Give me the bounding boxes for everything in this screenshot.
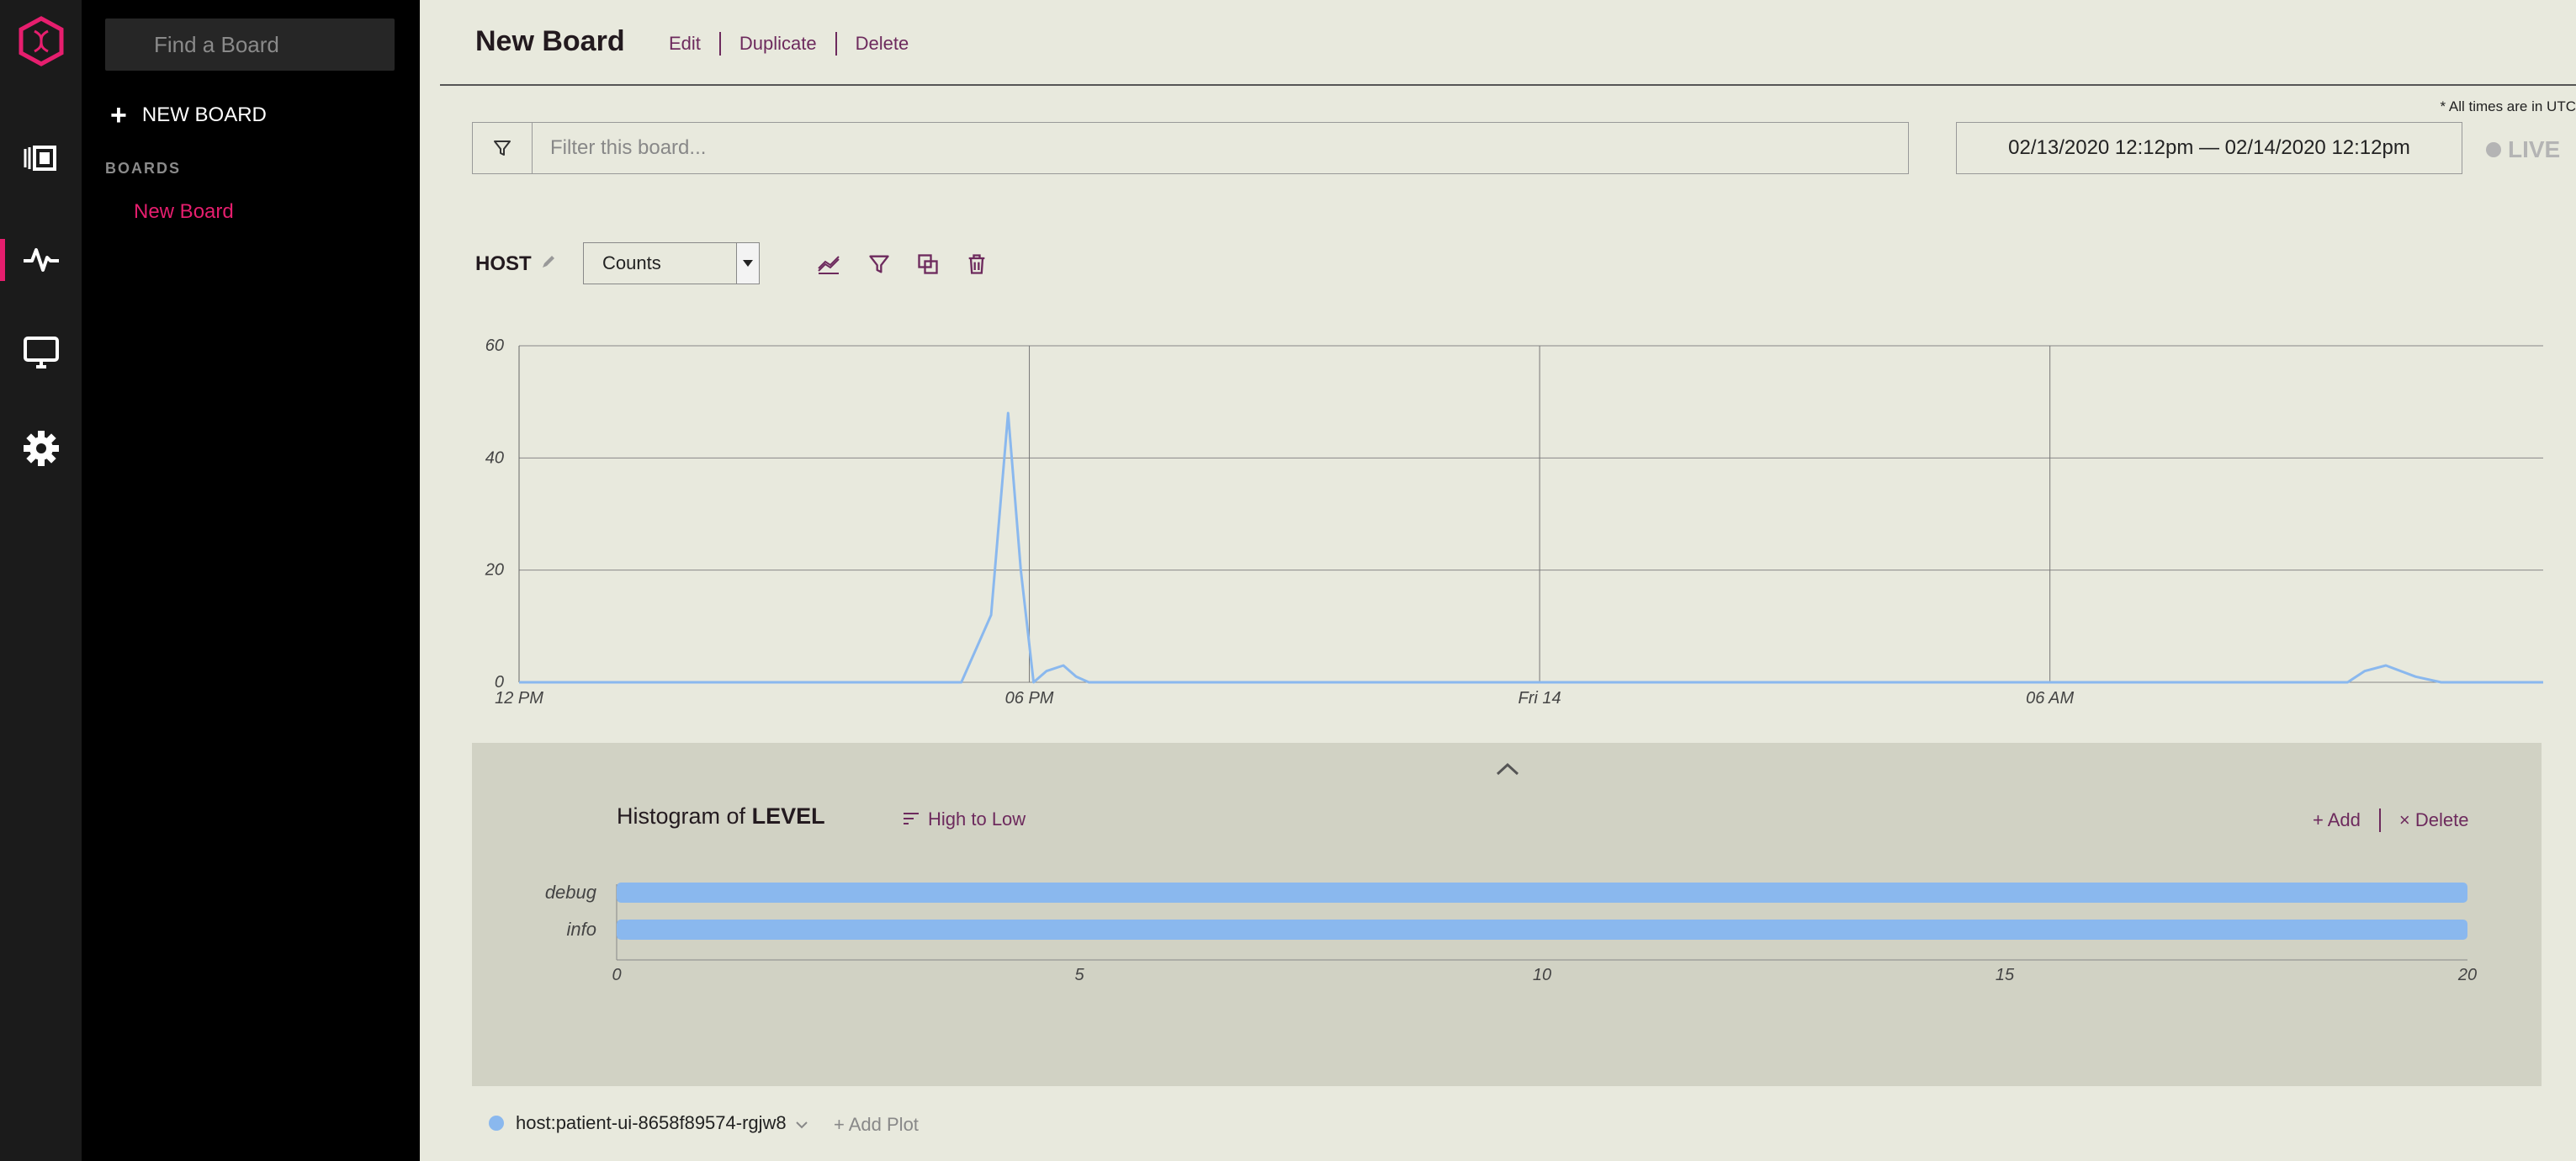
live-label: LIVE bbox=[2508, 136, 2561, 162]
delete-link[interactable]: Delete bbox=[856, 33, 909, 55]
duplicate-link[interactable]: Duplicate bbox=[739, 33, 817, 55]
add-plot-button[interactable]: + Add Plot bbox=[834, 1114, 919, 1136]
x-tick-label: 0 bbox=[612, 966, 621, 984]
live-dot-icon bbox=[2486, 142, 2501, 157]
filter-icon bbox=[473, 123, 533, 173]
filter-icon[interactable] bbox=[867, 252, 891, 280]
boards-heading: BOARDS bbox=[105, 160, 182, 177]
x-tick-label: 10 bbox=[1533, 966, 1551, 984]
y-tick-label: 60 bbox=[485, 337, 504, 355]
series-line bbox=[519, 411, 2543, 684]
monitor-icon[interactable] bbox=[0, 333, 82, 372]
gear-icon[interactable] bbox=[0, 427, 82, 469]
divider bbox=[835, 32, 837, 56]
series-legend-item[interactable]: host:patient-ui-8658f89574-rgjw8 bbox=[489, 1112, 808, 1134]
edit-link[interactable]: Edit bbox=[669, 33, 701, 55]
histogram-panel: Histogram of LEVEL High to Low + Add × D… bbox=[472, 743, 2542, 1086]
utc-note: * All times are in UTC bbox=[2440, 98, 2576, 114]
logo-icon[interactable] bbox=[0, 13, 82, 69]
plus-icon: + bbox=[110, 99, 127, 131]
category-label: debug bbox=[545, 882, 597, 903]
histogram-chart: debug info 0 5 10 15 20 bbox=[545, 882, 2477, 984]
metric-select[interactable]: Counts bbox=[583, 242, 760, 284]
bar bbox=[617, 920, 2467, 940]
x-tick-label: 06 PM bbox=[1005, 689, 1054, 708]
series-color-swatch bbox=[489, 1116, 504, 1131]
new-board-button[interactable]: + NEW BOARD bbox=[110, 101, 267, 130]
live-toggle[interactable]: LIVE bbox=[2486, 136, 2560, 163]
plot-group-label: HOST bbox=[475, 252, 557, 276]
area-chart-icon[interactable] bbox=[815, 252, 842, 280]
header-actions: Edit Duplicate Delete bbox=[669, 32, 909, 56]
date-range-picker[interactable]: 02/13/2020 12:12pm — 02/14/2020 12:12pm bbox=[1956, 122, 2462, 174]
chevron-down-icon bbox=[795, 1112, 808, 1134]
category-label: info bbox=[567, 919, 596, 940]
metric-select-value: Counts bbox=[602, 252, 661, 273]
trash-icon[interactable] bbox=[965, 252, 989, 280]
copy-icon[interactable] bbox=[916, 252, 940, 280]
divider bbox=[718, 32, 721, 56]
find-board-placeholder: Find a Board bbox=[154, 32, 279, 57]
page-title: New Board bbox=[475, 25, 625, 57]
y-tick-label: 40 bbox=[485, 448, 504, 467]
filter-placeholder: Filter this board... bbox=[550, 136, 707, 159]
header-divider bbox=[440, 84, 2576, 86]
group-label: HOST bbox=[475, 252, 532, 275]
y-tick-label: 20 bbox=[485, 561, 504, 580]
plot-toolbar bbox=[815, 252, 989, 280]
x-tick-label: 06 AM bbox=[2026, 689, 2074, 708]
x-tick-label: 20 bbox=[2457, 966, 2477, 984]
series-label: host:patient-ui-8658f89574-rgjw8 bbox=[516, 1112, 787, 1133]
x-tick-label: 15 bbox=[1996, 966, 2015, 984]
new-board-label: NEW BOARD bbox=[141, 103, 267, 126]
activity-icon[interactable] bbox=[0, 239, 82, 281]
sidebar-item-new-board[interactable]: New Board bbox=[134, 200, 234, 224]
board-filter[interactable]: Filter this board... bbox=[472, 122, 1909, 174]
x-tick-label: 12 PM bbox=[495, 689, 543, 708]
bar bbox=[617, 883, 2467, 903]
pencil-icon[interactable] bbox=[540, 252, 557, 276]
time-series-chart: 020406012 PM 06 PM Fri 14 06 AM bbox=[485, 337, 2543, 708]
boards-icon[interactable] bbox=[0, 141, 82, 175]
sidebar: Find a Board + NEW BOARD BOARDS New Boar… bbox=[82, 0, 420, 1161]
x-tick-label: Fri 14 bbox=[1519, 689, 1561, 708]
main-content: New Board Edit Duplicate Delete * All ti… bbox=[420, 0, 2576, 1161]
chevron-down-icon bbox=[736, 243, 759, 284]
find-board-input[interactable]: Find a Board bbox=[105, 19, 395, 71]
x-tick-label: 5 bbox=[1074, 966, 1084, 984]
icon-rail bbox=[0, 0, 82, 1161]
